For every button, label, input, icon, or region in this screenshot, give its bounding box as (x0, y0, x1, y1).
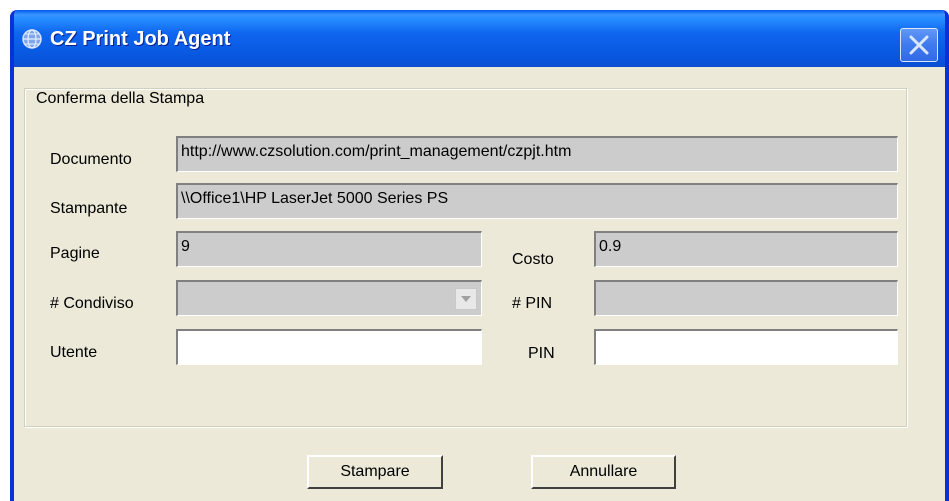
pagine-field: 9 (176, 231, 482, 267)
utente-input[interactable] (176, 329, 482, 365)
documento-field: http://www.czsolution.com/print_manageme… (176, 136, 898, 172)
stampante-label: Stampante (50, 200, 128, 217)
close-icon (909, 35, 929, 55)
documento-label: Documento (50, 151, 132, 168)
title-bar[interactable]: CZ Print Job Agent (14, 10, 945, 67)
condiviso-label: # Condiviso (50, 295, 134, 312)
utente-label: Utente (50, 344, 98, 361)
close-button[interactable] (900, 28, 938, 62)
dropdown-button[interactable] (455, 288, 477, 310)
costo-field: 0.9 (594, 231, 898, 267)
pin-label: PIN (528, 345, 555, 362)
globe-icon (21, 28, 43, 50)
group-legend: Conferma della Stampa (32, 90, 209, 108)
window-title: CZ Print Job Agent (50, 28, 231, 50)
pagine-label: Pagine (50, 245, 100, 262)
print-button[interactable]: Stampare (307, 455, 443, 489)
costo-label: Costo (512, 251, 554, 268)
stampante-field: \\Office1\HP LaserJet 5000 Series PS (176, 183, 898, 219)
pin-input[interactable] (594, 329, 898, 365)
chevron-down-icon (461, 296, 471, 302)
condiviso-dropdown[interactable] (176, 280, 482, 316)
cancel-button[interactable]: Annullare (531, 455, 676, 489)
num-pin-label: # PIN (512, 295, 553, 312)
num-pin-field (594, 280, 898, 316)
